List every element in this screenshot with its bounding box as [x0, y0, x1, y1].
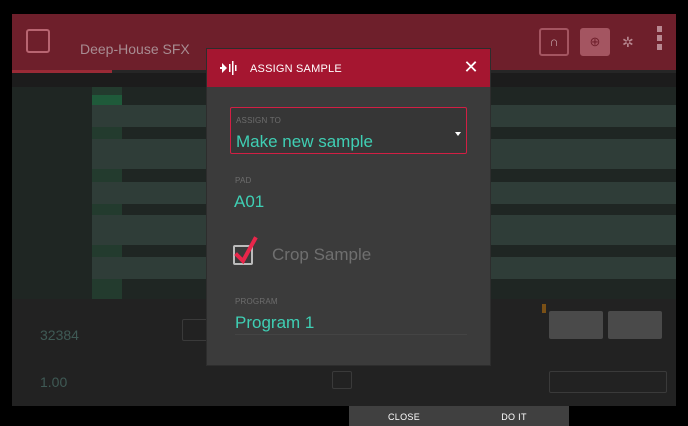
close-button[interactable]: CLOSE	[349, 406, 459, 426]
menu-icon	[26, 29, 50, 53]
program-underline	[235, 334, 467, 335]
chevron-down-icon	[455, 132, 461, 136]
program-value[interactable]: Program 1	[235, 313, 314, 333]
bottom-value-left2: 1.00	[40, 374, 68, 390]
pad-label: PAD	[235, 176, 252, 185]
headphones-icon: ∩	[539, 28, 569, 56]
gear-icon: ✲	[622, 34, 634, 50]
assign-to-value: Make new sample	[236, 132, 374, 151]
assign-to-label: ASSIGN TO	[236, 116, 282, 125]
program-label: PROGRAM	[235, 297, 278, 306]
checkmark-icon	[234, 236, 258, 265]
dialog-header: ASSIGN SAMPLE ✕	[207, 49, 490, 87]
assign-sample-icon	[220, 61, 237, 75]
zoom-icon: ⊕	[580, 28, 610, 56]
assign-sample-dialog: ASSIGN SAMPLE ✕ ASSIGN TO Make new sampl…	[207, 49, 490, 365]
level-indicator	[542, 304, 546, 313]
lower-button	[608, 311, 662, 339]
level-meter-icon	[657, 26, 665, 60]
close-icon[interactable]: ✕	[462, 58, 480, 76]
dialog-title: ASSIGN SAMPLE	[250, 63, 342, 75]
lower-box	[332, 371, 352, 389]
lower-box	[549, 371, 667, 393]
do-it-button[interactable]: DO IT	[459, 406, 569, 426]
assign-to-select[interactable]: ASSIGN TO Make new sample	[230, 107, 467, 154]
app-title: Deep-House SFX	[80, 41, 190, 57]
pad-value[interactable]: A01	[234, 192, 264, 212]
crop-sample-checkbox[interactable]	[233, 236, 258, 265]
bottom-value-left: 32384	[40, 327, 79, 343]
crop-sample-label: Crop Sample	[272, 245, 372, 264]
lower-button	[549, 311, 603, 339]
